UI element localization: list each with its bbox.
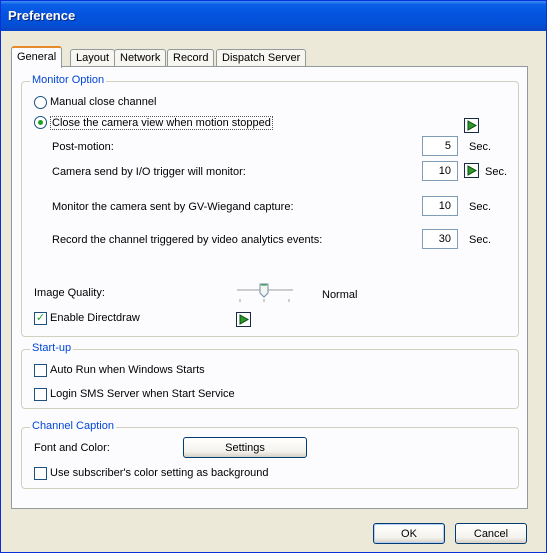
preference-window: Preference General Layout Network Record… [0,0,547,553]
image-quality-label: Image Quality: [34,287,105,299]
settings-button[interactable]: Settings [183,437,307,458]
login-sms-checkbox[interactable] [34,388,47,401]
channel-caption-group: Channel Caption Font and Color: Settings… [21,420,519,489]
slider-track [237,283,293,302]
post-motion-label: Post-motion: [52,141,114,153]
monitor-option-title: Monitor Option [30,74,107,86]
subscriber-color-checkbox[interactable] [34,467,47,480]
directdraw-settings-button[interactable] [236,312,251,327]
monitor-option-group: Monitor Option Manual close channel Clos… [21,74,519,337]
image-quality-slider[interactable] [234,282,296,304]
startup-group: Start-up Auto Run when Windows Starts Lo… [21,342,519,409]
close-on-motion-radio[interactable] [34,116,47,129]
tab-network[interactable]: Network [114,49,167,67]
play-arrow-icon [239,314,249,325]
post-motion-unit: Sec. [469,141,492,153]
video-analytics-input[interactable]: 30 [422,229,458,249]
tab-record[interactable]: Record [167,49,215,67]
startup-title: Start-up [30,342,74,354]
wiegand-input[interactable]: 10 [422,196,458,216]
io-trigger-input[interactable]: 10 [422,161,458,181]
wiegand-unit: Sec. [469,201,492,213]
tab-general[interactable]: General [11,46,63,68]
cancel-button[interactable]: Cancel [455,523,527,544]
video-analytics-unit: Sec. [469,234,492,246]
radio-selected-dot [38,120,43,125]
io-trigger-settings-button[interactable] [464,163,479,178]
auto-run-checkbox[interactable] [34,364,47,377]
auto-run-label[interactable]: Auto Run when Windows Starts [50,364,205,376]
channel-caption-title: Channel Caption [30,420,116,432]
login-sms-label[interactable]: Login SMS Server when Start Service [50,388,235,400]
directdraw-label[interactable]: Enable Directdraw [50,312,140,324]
tab-panel-general: Monitor Option Manual close channel Clos… [11,66,528,509]
subscriber-color-label[interactable]: Use subscriber's color setting as backgr… [50,467,269,479]
tab-layout[interactable]: Layout [70,49,116,67]
title-bar[interactable]: Preference [1,1,546,31]
ok-button[interactable]: OK [373,523,445,544]
play-arrow-icon [467,165,477,176]
close-on-motion-label[interactable]: Close the camera view when motion stoppe… [50,116,273,130]
image-quality-value: Normal [322,289,358,301]
io-trigger-unit: Sec. [485,166,508,178]
io-trigger-label: Camera send by I/O trigger will monitor: [52,166,246,178]
close-on-motion-settings-button[interactable] [464,118,479,133]
manual-close-radio[interactable] [34,96,47,109]
wiegand-label: Monitor the camera sent by GV-Wiegand ca… [52,201,294,213]
video-analytics-label: Record the channel triggered by video an… [52,234,323,246]
window-title: Preference [8,8,76,23]
tab-dispatch-server[interactable]: Dispatch Server [216,49,307,67]
directdraw-checkbox[interactable]: ✓ [34,312,47,325]
font-color-label: Font and Color: [34,442,110,454]
play-arrow-icon [467,120,477,131]
manual-close-label[interactable]: Manual close channel [50,96,156,108]
post-motion-input[interactable]: 5 [422,136,458,156]
